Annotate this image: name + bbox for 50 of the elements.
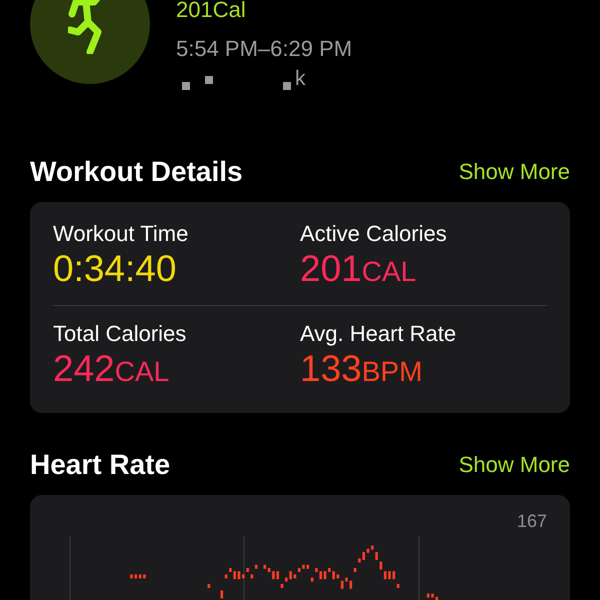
metric-value: 133BPM — [300, 348, 424, 391]
heart-rate-bar — [371, 546, 374, 550]
metric-label: Total Calories — [53, 320, 188, 348]
heart-rate-bar — [310, 578, 314, 582]
heart-rate-bar — [306, 564, 310, 569]
heart-rate-bar — [431, 594, 434, 598]
heart-rate-bar — [340, 580, 344, 589]
heart-rate-bar — [302, 564, 305, 569]
metric-label: Avg. Heart Rate — [300, 320, 458, 348]
section-title: Heart Rate — [30, 449, 170, 481]
heart-rate-bar — [220, 590, 224, 598]
show-more-link[interactable]: Show More — [458, 159, 570, 185]
redaction-mark — [182, 82, 190, 90]
redaction-mark — [205, 76, 213, 84]
heart-rate-bar — [143, 574, 146, 578]
show-more-link[interactable]: Show More — [458, 452, 570, 478]
heart-rate-bar — [345, 578, 348, 582]
heart-rate-bar — [354, 568, 356, 572]
heart-rate-bar — [350, 580, 352, 589]
heart-rate-bar — [250, 574, 254, 578]
metric-value: 0:34:40 — [53, 248, 178, 290]
heart-rate-bar — [366, 548, 370, 553]
heart-rate-bar — [436, 596, 438, 600]
metric-value: 242CAL — [53, 348, 170, 391]
heart-rate-bar — [224, 574, 228, 578]
heart-rate-bar — [130, 574, 133, 578]
metric-label: Workout Time — [53, 220, 190, 248]
section-title: Workout Details — [30, 156, 243, 188]
time-range-text: 5:54 PM–6:29 PM — [176, 36, 352, 62]
heart-rate-bar — [392, 571, 396, 580]
location-text: k — [295, 68, 306, 90]
heart-rate-bar — [396, 584, 400, 588]
heart-rate-bar — [375, 552, 378, 560]
heart-rate-bar — [426, 594, 430, 598]
heart-rate-bar — [238, 571, 240, 580]
heart-rate-bar — [336, 574, 340, 578]
heart-rate-bar — [388, 571, 391, 580]
heart-rate-bar — [280, 584, 284, 588]
redaction-mark — [283, 82, 291, 90]
heart-rate-bar — [298, 568, 300, 572]
heart-rate-bar — [324, 571, 326, 580]
heart-rate-bar — [254, 564, 258, 569]
metric-value: 201CAL — [300, 248, 418, 291]
calories-text: 201Cal — [176, 0, 247, 22]
heart-rate-bar — [246, 568, 249, 572]
heart-rate-bar — [294, 574, 296, 578]
heart-rate-bar — [242, 574, 245, 578]
axis-label: 167 — [516, 511, 547, 532]
metric-label: Active Calories — [300, 220, 448, 248]
heart-rate-bar — [208, 584, 210, 588]
